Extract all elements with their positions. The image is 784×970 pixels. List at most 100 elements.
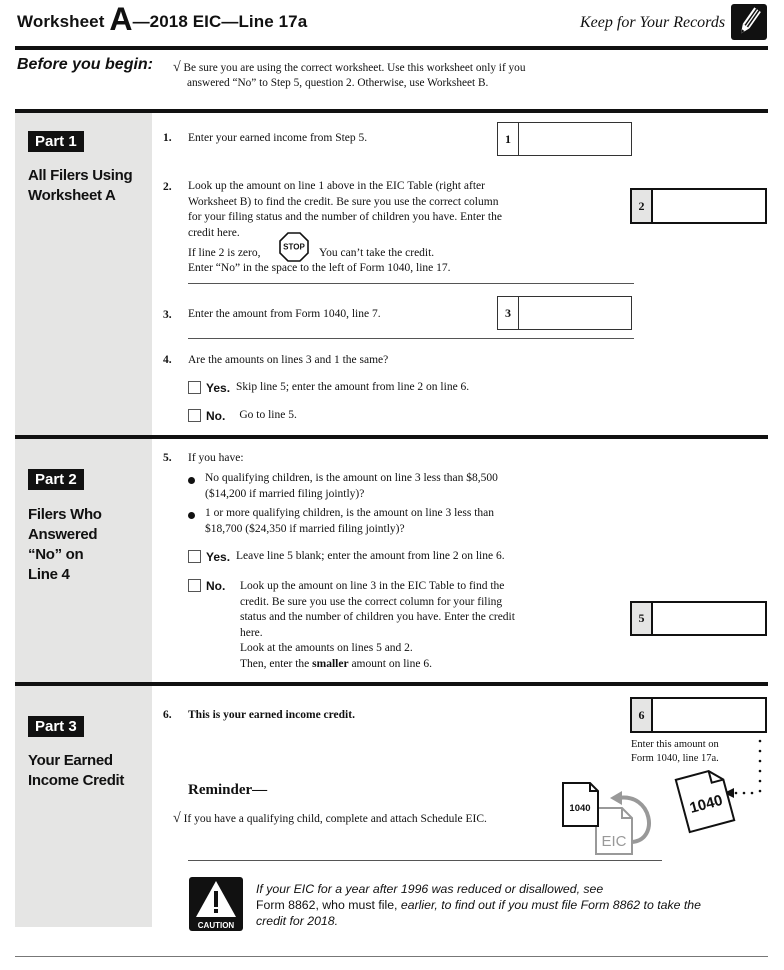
line-4-no-option[interactable]: No. Go to line 5. xyxy=(188,409,297,423)
line-5-then: Then, enter the smaller amount on line 6… xyxy=(240,657,515,673)
header-rule xyxy=(15,46,768,50)
line-6-box-label: 6 xyxy=(632,699,653,731)
part-1-title: All Filers Using Worksheet A xyxy=(28,166,133,206)
line-4-number: 4. xyxy=(163,354,172,366)
line-6-number: 6. xyxy=(163,709,172,721)
then-suffix: amount on line 6. xyxy=(348,657,432,670)
line-6-input[interactable] xyxy=(653,699,765,731)
part-1-badge: Part 1 xyxy=(28,131,84,152)
caution-line-2: Form 8862, who must file, earlier, to fi… xyxy=(256,897,701,913)
title-suffix: —2018 EIC—Line 17a xyxy=(132,12,308,31)
caution-line-3: credit for 2018. xyxy=(256,914,339,928)
before-you-begin-text: √ Be sure you are using the correct work… xyxy=(173,60,525,91)
bullet-1-line: No qualifying children, is the amount on… xyxy=(205,472,498,484)
bullet-2-line: 1 or more qualifying children, is the am… xyxy=(205,507,495,519)
before-you-begin-label: Before you begin: xyxy=(17,56,154,73)
line-1-box-label: 1 xyxy=(498,123,519,155)
caution-label: CAUTION xyxy=(198,921,235,930)
part-2-title-line: Filers Who xyxy=(28,506,102,523)
line-4-yes-option[interactable]: Yes. Skip line 5; enter the amount from … xyxy=(188,381,469,395)
line-2-text-line: Look up the amount on line 1 above in th… xyxy=(188,180,485,192)
line-5-no-line: status and the number of children you ha… xyxy=(240,611,515,623)
line-5-no-line: here. xyxy=(240,626,263,639)
form-1040-large-icon: 1040 xyxy=(670,765,740,835)
line-5-no-line: Look at the amounts on lines 5 and 2. xyxy=(240,642,413,654)
bullet-2-line: $18,700 ($24,350 if married filing joint… xyxy=(205,522,405,535)
section-rule-part-2 xyxy=(15,435,768,439)
line-2-entry[interactable]: 2 xyxy=(630,188,767,224)
caution-text: If your EIC for a year after 1996 was re… xyxy=(256,881,701,929)
line-2-input[interactable] xyxy=(653,190,765,222)
then-bold: smaller xyxy=(312,657,349,670)
title-letter: A xyxy=(109,1,133,37)
line-2-text-line: Worksheet B) to find the credit. Be sure… xyxy=(188,195,499,208)
line-4-yes-label: Yes. xyxy=(206,381,231,395)
line-5-yes-checkbox[interactable] xyxy=(188,550,201,563)
line-3-entry[interactable]: 3 xyxy=(497,296,632,330)
part-2-title: Filers Who Answered “No” on Line 4 xyxy=(28,505,102,585)
line-5-no-label: No. xyxy=(206,579,226,593)
part-2-badge: Part 2 xyxy=(28,469,84,490)
line-5-box-label: 5 xyxy=(632,603,653,634)
keep-for-records: Keep for Your Records xyxy=(580,14,726,31)
line-4-no-text: Go to line 5. xyxy=(239,409,297,421)
line-5-intro: If you have: xyxy=(188,452,244,464)
section-rule-part-3 xyxy=(15,682,768,686)
line-3-number: 3. xyxy=(163,309,172,321)
before-line-2: answered “No” to Step 5, question 2. Oth… xyxy=(187,77,489,89)
line-5-input[interactable] xyxy=(653,603,765,634)
reminder-rule xyxy=(188,860,662,861)
schedule-eic-attach-icon: EIC 1040 xyxy=(560,780,660,856)
line-2-text: Look up the amount on line 1 above in th… xyxy=(188,179,502,241)
pencil-icon xyxy=(731,4,767,40)
form-1040-small-text: 1040 xyxy=(569,803,590,814)
before-line-1: Be sure you are using the correct worksh… xyxy=(183,62,526,74)
line-6-entry[interactable]: 6 xyxy=(630,697,767,733)
line-6-text: This is your earned income credit. xyxy=(188,709,355,721)
line-4-text: Are the amounts on lines 3 and 1 the sam… xyxy=(188,354,389,366)
reminder-title: Reminder— xyxy=(188,782,268,798)
line-2-box-label: 2 xyxy=(632,190,653,222)
line-2-rule xyxy=(188,283,634,284)
line-2-cant-take: You can’t take the credit. xyxy=(319,247,435,259)
line-5-number: 5. xyxy=(163,452,172,464)
line-4-yes-checkbox[interactable] xyxy=(188,381,201,394)
line-5-no-line: credit. Be sure you use the correct colu… xyxy=(240,595,503,608)
part-2-title-line: Line 4 xyxy=(28,566,70,583)
line-3-input[interactable] xyxy=(519,297,631,329)
part-3-title-line: Your Earned xyxy=(28,752,113,769)
line-5-yes-option[interactable]: Yes. Leave line 5 blank; enter the amoun… xyxy=(188,550,505,564)
line-1-entry[interactable]: 1 xyxy=(497,122,632,156)
line-5-yes-label: Yes. xyxy=(206,550,231,564)
line-5-no-checkbox[interactable] xyxy=(188,579,201,592)
line-5-bullet-2: 1 or more qualifying children, is the am… xyxy=(205,506,494,537)
part-3-badge: Part 3 xyxy=(28,716,84,737)
bullet-icon xyxy=(188,512,195,519)
line-5-bullet-1: No qualifying children, is the amount on… xyxy=(205,471,498,502)
worksheet-title: Worksheet A—2018 EIC—Line 17a xyxy=(17,1,308,37)
stop-text: STOP xyxy=(283,243,305,252)
eic-doc-text: EIC xyxy=(601,833,626,850)
line-2-if-zero: If line 2 is zero, xyxy=(188,247,261,259)
caution-line-2-normal: Form 8862, who must file, xyxy=(256,898,401,912)
line-1-input[interactable] xyxy=(519,123,631,155)
line-5-no-text: Look up the amount on line 3 in the EIC … xyxy=(240,579,515,672)
part-2-title-line: “No” on xyxy=(28,546,84,563)
line-2-enter-no: Enter “No” in the space to the left of F… xyxy=(188,262,451,274)
line-3-box-label: 3 xyxy=(498,297,519,329)
reminder-text: √ If you have a qualifying child, comple… xyxy=(173,811,487,828)
line-2-number: 2. xyxy=(163,181,172,193)
caution-icon: CAUTION xyxy=(189,877,243,931)
line-2-text-line: for your filing status and the number of… xyxy=(188,211,502,223)
stop-sign-icon: STOP xyxy=(279,232,309,262)
part-3-title: Your Earned Income Credit xyxy=(28,751,124,791)
line-5-no-option[interactable]: No. xyxy=(188,579,225,593)
caution-line-2-italic: earlier, to find out if you must file Fo… xyxy=(400,898,701,912)
line-5-entry[interactable]: 5 xyxy=(630,601,767,636)
caution-line-1: If your EIC for a year after 1996 was re… xyxy=(256,882,604,896)
check-icon: √ xyxy=(173,811,181,826)
bullet-1-line: ($14,200 if married filing jointly)? xyxy=(205,487,365,500)
then-prefix: Then, enter the xyxy=(240,657,313,670)
line-4-no-checkbox[interactable] xyxy=(188,409,201,422)
line-3-rule xyxy=(188,338,634,339)
